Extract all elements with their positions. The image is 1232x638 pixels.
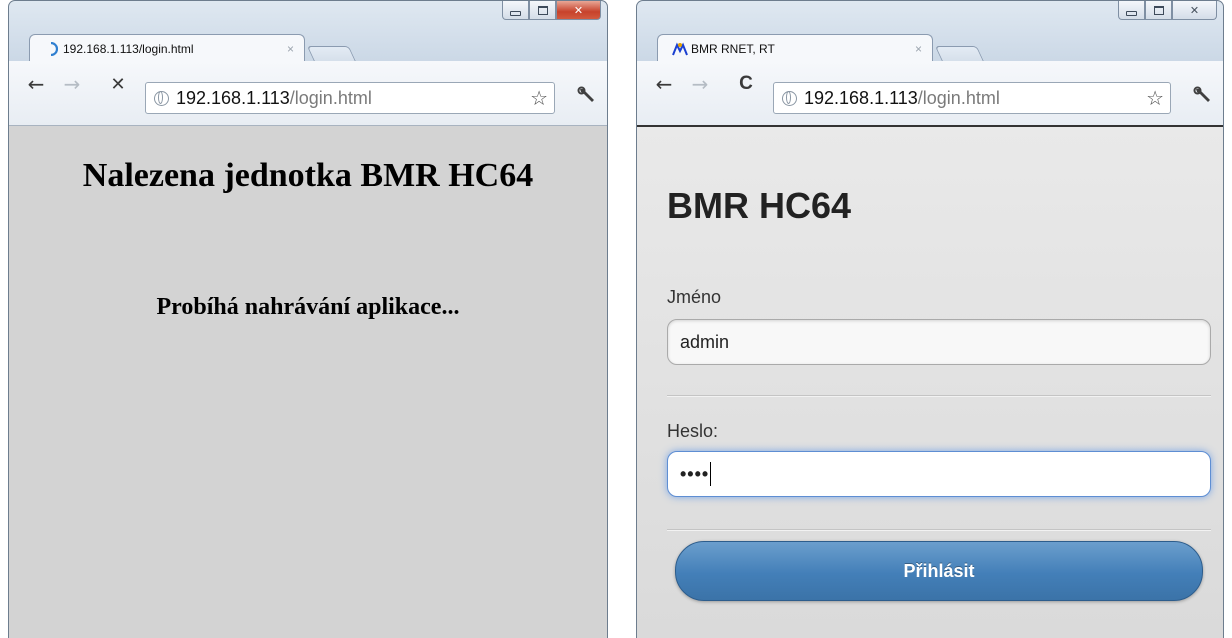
close-icon: ✕	[1189, 3, 1200, 17]
password-value: ••••	[680, 463, 710, 484]
browser-toolbar: ← → C 192.168.1.113/login.html ☆	[637, 61, 1223, 126]
back-button[interactable]: ←	[23, 71, 49, 97]
url-path: /login.html	[917, 87, 1000, 108]
back-button[interactable]: ←	[651, 71, 677, 97]
maximize-button[interactable]	[529, 1, 556, 20]
page-title: BMR HC64	[667, 185, 852, 226]
url-text: 192.168.1.113/login.html	[804, 88, 1146, 109]
url-host: 192.168.1.113	[804, 87, 918, 108]
text-cursor	[710, 462, 712, 486]
window-caption-buttons: ✕	[502, 1, 601, 20]
username-value: admin	[680, 331, 730, 352]
bookmark-star-icon[interactable]: ☆	[1146, 86, 1164, 110]
close-window-button[interactable]: ✕	[1172, 1, 1217, 20]
loading-spinner-icon	[44, 41, 60, 56]
login-page: BMR HC64 Jméno admin Heslo: •••• Přihlás…	[637, 125, 1223, 638]
page-content: Nalezena jednotka BMR HC64 Probíhá nahrá…	[9, 126, 607, 638]
bookmark-star-icon[interactable]: ☆	[530, 86, 548, 110]
address-bar[interactable]: 192.168.1.113/login.html ☆	[145, 82, 555, 114]
reload-button[interactable]: C	[733, 71, 759, 97]
close-window-button[interactable]: ✕	[556, 1, 601, 20]
divider	[667, 395, 1211, 397]
login-button[interactable]: Přihlásit	[675, 541, 1203, 601]
browser-window-loading: ✕ 192.168.1.113/login.html × ← → ✕ 192.1…	[8, 0, 608, 638]
url-text: 192.168.1.113/login.html	[176, 88, 530, 109]
username-label: Jméno	[667, 287, 722, 307]
url-path: /login.html	[289, 87, 372, 108]
minimize-icon	[510, 10, 521, 16]
password-label: Heslo:	[667, 421, 719, 441]
bmr-logo-icon	[672, 42, 688, 56]
password-input[interactable]: ••••	[667, 451, 1211, 497]
username-input[interactable]: admin	[667, 319, 1211, 365]
tab-login[interactable]: 192.168.1.113/login.html ×	[29, 34, 305, 62]
forward-button[interactable]: →	[687, 71, 713, 97]
maximize-icon	[537, 5, 548, 15]
wrench-menu-icon[interactable]	[577, 85, 597, 110]
divider	[667, 529, 1211, 531]
minimize-button[interactable]	[1118, 1, 1145, 20]
tab-title: 192.168.1.113/login.html	[63, 41, 194, 56]
stop-button[interactable]: ✕	[105, 71, 131, 97]
page-heading: Nalezena jednotka BMR HC64	[82, 157, 534, 194]
window-caption-buttons: ✕	[1118, 1, 1217, 20]
wrench-menu-icon[interactable]	[1193, 85, 1213, 110]
tab-close-icon[interactable]: ×	[287, 42, 294, 56]
forward-button[interactable]: →	[59, 71, 85, 97]
tab-close-icon[interactable]: ×	[915, 42, 922, 56]
close-icon: ✕	[573, 3, 584, 17]
maximize-button[interactable]	[1145, 1, 1172, 20]
loading-message: Probíhá nahrávání aplikace...	[156, 294, 460, 320]
browser-toolbar: ← → ✕ 192.168.1.113/login.html ☆	[9, 61, 607, 126]
maximize-icon	[1153, 5, 1164, 15]
globe-icon	[154, 90, 169, 106]
tab-title: BMR RNET, RT	[691, 41, 775, 56]
minimize-button[interactable]	[502, 1, 529, 20]
browser-window-login: ✕ BMR RNET, RT × ← → C 192.168.1.113/log…	[636, 0, 1224, 638]
tab-bmr[interactable]: BMR RNET, RT ×	[657, 34, 933, 62]
minimize-icon	[1126, 10, 1137, 16]
globe-icon	[782, 90, 797, 106]
url-host: 192.168.1.113	[176, 87, 290, 108]
address-bar[interactable]: 192.168.1.113/login.html ☆	[773, 82, 1171, 114]
